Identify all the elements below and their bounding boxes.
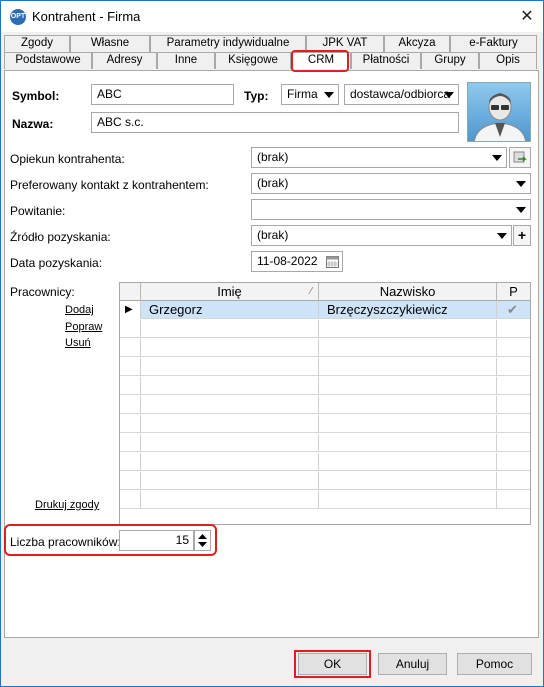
tab-zgody[interactable]: Zgody: [4, 35, 70, 52]
table-row[interactable]: [120, 358, 530, 376]
tab-podstawowe[interactable]: Podstawowe: [4, 52, 92, 69]
tab-e-faktury[interactable]: e-Faktury: [450, 35, 537, 52]
typ-select[interactable]: Firma: [281, 84, 339, 105]
table-row[interactable]: [120, 434, 530, 452]
tab-adresy[interactable]: Adresy: [92, 52, 157, 69]
usun-link[interactable]: Usuń: [65, 337, 91, 349]
ok-button[interactable]: OK: [298, 653, 367, 675]
chevron-down-icon: [492, 155, 502, 161]
chevron-down-icon: [516, 181, 526, 187]
pracownicy-grid[interactable]: Imię ⁄ Nazwisko P ▶ Grzegorz Brzęczyszcz…: [119, 282, 531, 525]
typ-value: Firma: [287, 87, 318, 101]
data-pozyskania-label: Data pozyskania:: [10, 256, 103, 270]
header-indicator-cell: [120, 283, 141, 301]
kontakt-select[interactable]: (brak): [251, 173, 531, 194]
opiekun-value: (brak): [257, 150, 289, 164]
table-row[interactable]: ▶ Grzegorz Brzęczyszczykiewicz ✔: [120, 301, 530, 319]
window: OPT Kontrahent - Firma ✕ Zgody Własne Pa…: [0, 0, 544, 687]
symbol-field[interactable]: ABC: [91, 84, 234, 105]
table-row[interactable]: [120, 472, 530, 490]
zrodlo-label: Źródło pozyskania:: [10, 230, 111, 244]
table-row[interactable]: [120, 377, 530, 395]
table-row[interactable]: [120, 396, 530, 414]
data-pozyskania-value: 11-08-2022: [257, 254, 318, 268]
add-zrodlo-button[interactable]: +: [513, 225, 531, 246]
zrodlo-select[interactable]: (brak): [251, 225, 512, 246]
opiekun-select[interactable]: (brak): [251, 147, 507, 168]
liczba-pracownikow-label: Liczba pracowników:: [10, 535, 121, 549]
chevron-down-icon: [497, 233, 507, 239]
nazwa-field[interactable]: ABC s.c.: [91, 112, 459, 133]
tab-grupy[interactable]: Grupy: [421, 52, 479, 69]
table-row[interactable]: [120, 339, 530, 357]
tab-ksiegowe[interactable]: Księgowe: [215, 52, 291, 69]
kontakt-label: Preferowany kontakt z kontrahentem:: [10, 178, 209, 192]
header-p[interactable]: P: [497, 283, 530, 301]
dodaj-link[interactable]: Dodaj: [65, 304, 94, 316]
chevron-down-icon: [444, 92, 454, 98]
zrodlo-value: (brak): [257, 228, 289, 242]
tab-row-upper: Zgody Własne Parametry indywidualne JPK …: [4, 35, 537, 52]
powitanie-select[interactable]: [251, 199, 531, 220]
table-row[interactable]: [120, 491, 530, 509]
quantity-stepper[interactable]: [194, 530, 211, 551]
help-button[interactable]: Pomoc: [457, 653, 532, 675]
table-row[interactable]: [120, 415, 530, 433]
chevron-down-icon: [516, 207, 526, 213]
opiekun-label: Opiekun kontrahenta:: [10, 152, 125, 166]
contact-avatar: [467, 82, 531, 142]
header-nazwisko[interactable]: Nazwisko: [319, 283, 497, 301]
tab-inne[interactable]: Inne: [157, 52, 215, 69]
assign-user-button[interactable]: [509, 147, 531, 168]
row-selected-icon: ▶: [120, 301, 141, 319]
cell-nazwisko[interactable]: Brzęczyszczykiewicz: [319, 301, 497, 319]
cancel-button[interactable]: Anuluj: [378, 653, 447, 675]
typ-kontrahenta-value: dostawca/odbiorca: [350, 87, 451, 101]
chevron-down-icon: [324, 92, 334, 98]
stepper-arrows-icon: [198, 534, 207, 547]
header-imie[interactable]: Imię ⁄: [141, 283, 319, 301]
table-row[interactable]: [120, 453, 530, 471]
kontakt-value: (brak): [257, 176, 289, 190]
liczba-pracownikow-field[interactable]: 15: [119, 530, 194, 551]
sort-icon: ⁄: [310, 286, 312, 297]
tab-opis[interactable]: Opis: [479, 52, 537, 69]
calendar-icon[interactable]: [326, 256, 339, 268]
person-icon: [473, 93, 527, 141]
user-arrow-icon: [513, 151, 527, 163]
data-pozyskania-field[interactable]: 11-08-2022: [251, 251, 343, 272]
checkmark-icon[interactable]: ✔: [497, 301, 530, 319]
tab-wlasne[interactable]: Własne: [70, 35, 150, 52]
nazwa-label: Nazwa:: [12, 117, 54, 131]
tab-akcyza[interactable]: Akcyza: [384, 35, 450, 52]
title-bar: OPT Kontrahent - Firma ✕: [1, 1, 543, 32]
tab-parametry-indywidualne[interactable]: Parametry indywidualne: [150, 35, 306, 52]
close-icon[interactable]: ✕: [511, 1, 543, 32]
pracownicy-label: Pracownicy:: [10, 285, 75, 299]
grid-header: Imię ⁄ Nazwisko P: [120, 283, 530, 301]
drukuj-zgody-link[interactable]: Drukuj zgody: [35, 499, 99, 511]
cell-imie[interactable]: Grzegorz: [141, 301, 319, 319]
typ-label: Typ:: [244, 89, 269, 103]
tab-platnosci[interactable]: Płatności: [351, 52, 421, 69]
header-imie-label: Imię: [217, 284, 242, 299]
typ-kontrahenta-select[interactable]: dostawca/odbiorca: [344, 84, 459, 105]
tab-row-lower: Podstawowe Adresy Inne Księgowe CRM Płat…: [4, 52, 537, 69]
symbol-label: Symbol:: [12, 89, 60, 103]
powitanie-label: Powitanie:: [10, 204, 66, 218]
crm-tab-highlight: [291, 50, 349, 72]
popraw-link[interactable]: Popraw: [65, 321, 102, 333]
table-row[interactable]: [120, 320, 530, 338]
app-icon: OPT: [10, 9, 26, 25]
window-title: Kontrahent - Firma: [32, 9, 141, 24]
